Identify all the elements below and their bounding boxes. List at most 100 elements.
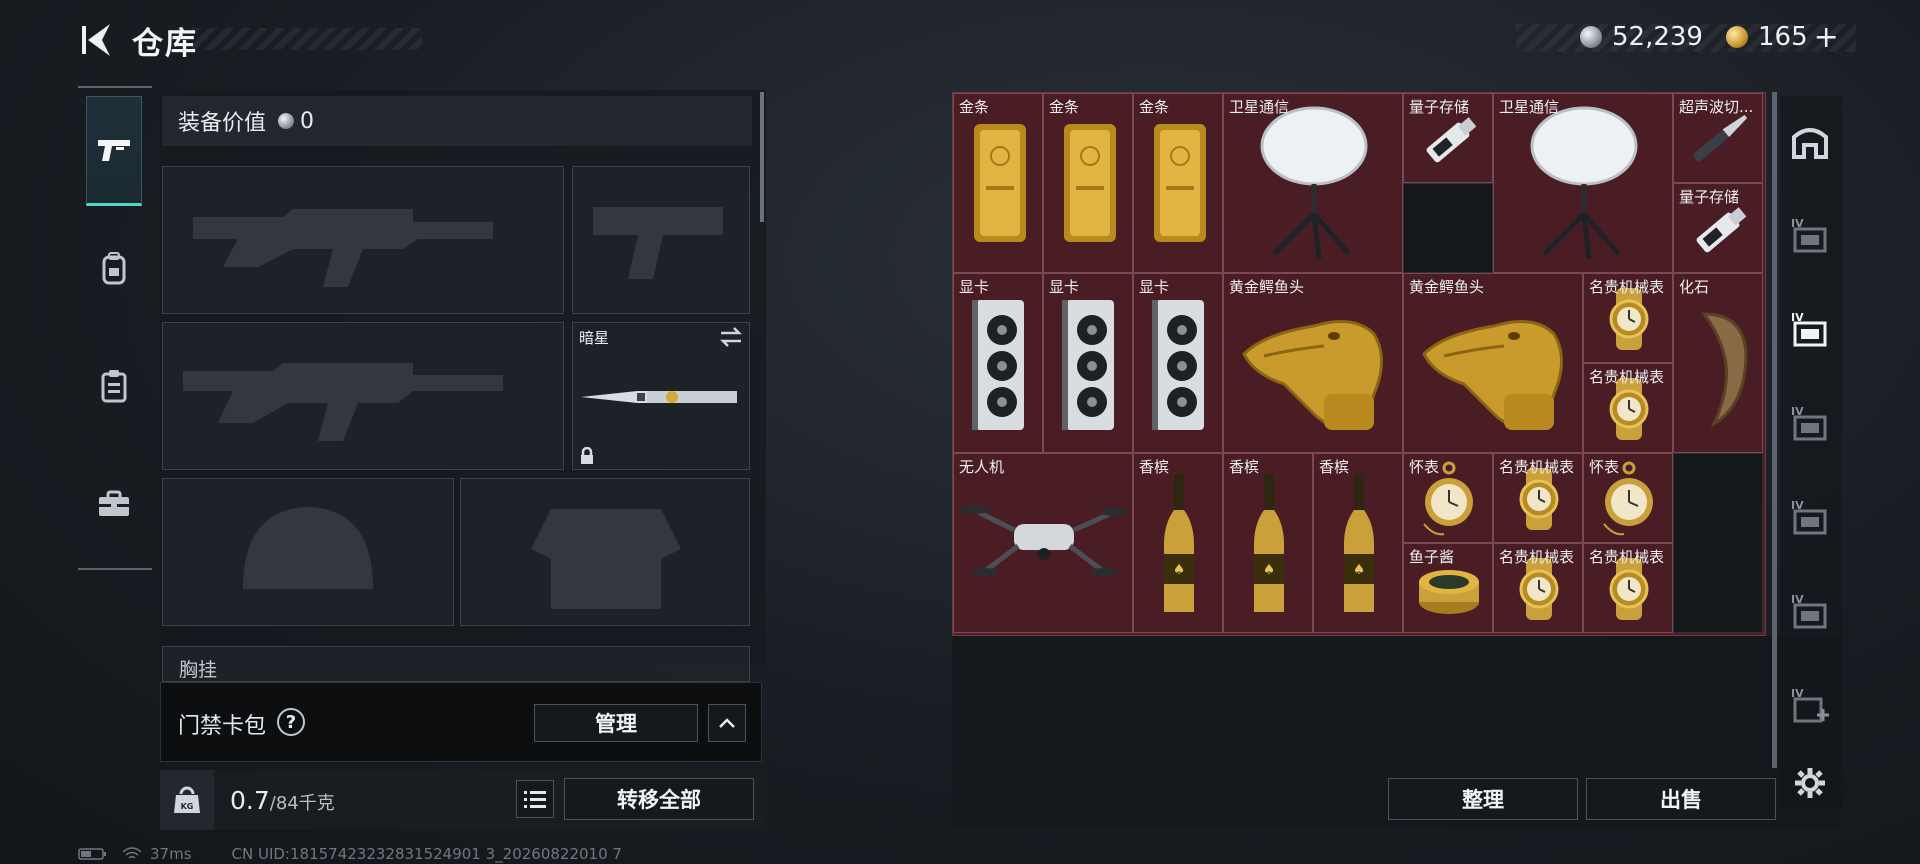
lock-icon <box>581 447 593 464</box>
gold-bar-icon <box>954 94 1042 272</box>
chest-rig-row[interactable]: 胸挂 <box>162 646 750 682</box>
storage-item[interactable]: ♠ 香槟 <box>1133 453 1223 633</box>
storage-item[interactable]: 超声波切... <box>1673 93 1763 183</box>
primary-weapon-slot-1[interactable] <box>162 166 564 314</box>
storage-item[interactable]: 黄金鳄鱼头 <box>1403 273 1583 453</box>
gpu-icon <box>1134 274 1222 452</box>
sort-button[interactable]: 整理 <box>1388 778 1578 820</box>
empty-storage-cell[interactable] <box>1673 453 1763 633</box>
access-card-label: 门禁卡包 <box>178 714 267 739</box>
storage-item[interactable]: 量子存储 <box>1403 93 1493 183</box>
wifi-icon <box>122 847 142 859</box>
list-view-button[interactable] <box>516 780 554 818</box>
settings-button[interactable] <box>1780 738 1840 828</box>
tab-container-IV-active[interactable]: IV <box>1780 284 1840 374</box>
back-icon[interactable] <box>80 20 114 60</box>
storage-item-name: 名贵机械表 <box>1589 368 1665 386</box>
tab-storage-home[interactable] <box>1780 96 1840 186</box>
list-icon <box>524 791 546 808</box>
transfer-all-button[interactable]: 转移全部 <box>564 778 754 820</box>
storage-item[interactable]: 名贵机械表 <box>1583 543 1673 633</box>
storage-item-name: 化石 <box>1679 278 1710 296</box>
tab-weapons[interactable] <box>86 96 142 206</box>
ping-text: 37ms <box>150 845 192 863</box>
tab-toolbox[interactable] <box>86 454 142 554</box>
storage-item[interactable]: 鱼子酱 <box>1403 543 1493 633</box>
manage-button[interactable]: 管理 <box>534 704 698 742</box>
storage-item-name: 黄金鳄鱼头 <box>1409 278 1485 296</box>
gold-amount: 165 <box>1758 22 1808 52</box>
storage-item-name: 量子存储 <box>1409 98 1470 116</box>
container-icon: IV <box>1791 311 1827 347</box>
satellite-dish-icon <box>1494 94 1672 272</box>
weight-icon: KG <box>160 770 214 830</box>
equipment-value-header: 装备价值 0 <box>162 96 752 146</box>
armor-slot[interactable] <box>460 478 750 626</box>
tab-backpack[interactable] <box>86 218 142 318</box>
champagne-icon: ♠ <box>1224 454 1312 632</box>
storage-item[interactable]: 怀表 <box>1403 453 1493 543</box>
storage-item[interactable]: 化石 <box>1673 273 1763 453</box>
storage-item[interactable]: 卫星通信 <box>1493 93 1673 273</box>
sidearm-slot[interactable] <box>572 166 750 314</box>
empty-storage-cell[interactable] <box>1403 183 1493 273</box>
helmet-slot[interactable] <box>162 478 454 626</box>
storage-item-name: 显卡 <box>1139 278 1170 296</box>
gear-icon <box>1795 768 1825 798</box>
storage-item[interactable]: 名贵机械表 <box>1493 453 1583 543</box>
storage-item-name: 量子存储 <box>1679 188 1740 206</box>
silver-coin-icon <box>1580 26 1602 48</box>
equipment-scrollbar[interactable] <box>760 92 764 222</box>
storage-item-name: 香槟 <box>1319 458 1350 476</box>
storage-item[interactable]: ♠ 香槟 <box>1313 453 1403 633</box>
storage-item[interactable]: 金条 <box>953 93 1043 273</box>
storage-item[interactable]: 卫星通信 <box>1223 93 1403 273</box>
storage-item[interactable]: 金条 <box>1043 93 1133 273</box>
storage-grid: 金条 金条 金条 卫星通信 量子存储 卫星通信 超声波切... 量子存储 显卡 显卡 显卡 黄金鳄鱼头… <box>952 92 1766 636</box>
storage-item[interactable]: 名贵机械表 <box>1583 273 1673 363</box>
storage-item-name: 超声波切... <box>1679 98 1754 116</box>
storage-item[interactable]: 量子存储 <box>1673 183 1763 273</box>
tab-container-IV[interactable]: IV <box>1780 378 1840 468</box>
clipboard-icon <box>101 370 127 403</box>
storage-scrollbar[interactable] <box>1772 92 1777 768</box>
storage-item-name: 名贵机械表 <box>1499 548 1575 566</box>
storage-item[interactable]: 金条 <box>1133 93 1223 273</box>
storage-item[interactable]: 显卡 <box>1133 273 1223 453</box>
gpu-icon <box>954 274 1042 452</box>
primary-weapon-slot-2[interactable] <box>162 322 564 470</box>
storage-item[interactable]: 黄金鳄鱼头 <box>1223 273 1403 453</box>
help-icon[interactable]: ? <box>277 708 305 736</box>
storage-item-name: 无人机 <box>959 458 1005 476</box>
gold-currency[interactable]: 165 + <box>1726 20 1839 55</box>
tab-container-IV[interactable]: IV <box>1780 190 1840 280</box>
champagne-icon: ♠ <box>1314 454 1402 632</box>
storage-item-name: 金条 <box>959 98 990 116</box>
storage-item-name: 金条 <box>1049 98 1080 116</box>
collapse-button[interactable] <box>708 704 746 742</box>
storage-item[interactable]: 名贵机械表 <box>1493 543 1583 633</box>
storage-item[interactable]: 名贵机械表 <box>1583 363 1673 453</box>
gold-crocodile-head-icon <box>1224 274 1402 452</box>
storage-item[interactable]: ♠ 香槟 <box>1223 453 1313 633</box>
container-icon: IV <box>1791 217 1827 253</box>
chest-rig-label: 胸挂 <box>179 659 218 681</box>
storage-item[interactable]: 显卡 <box>1043 273 1133 453</box>
chevron-up-icon <box>719 718 735 728</box>
tab-container-IV-add[interactable]: IV <box>1780 660 1840 750</box>
melee-slot[interactable]: 暗星 <box>572 322 750 470</box>
tab-container-IV[interactable]: IV <box>1780 566 1840 656</box>
sell-button[interactable]: 出售 <box>1586 778 1776 820</box>
title-decoration <box>192 28 422 50</box>
svg-text:♠: ♠ <box>1173 562 1186 578</box>
storage-item[interactable]: 怀表 <box>1583 453 1673 543</box>
storage-item[interactable]: 无人机 <box>953 453 1133 633</box>
swap-icon[interactable] <box>719 327 743 347</box>
tab-vest[interactable] <box>86 336 142 436</box>
battery-icon <box>78 848 106 860</box>
melee-name: 暗星 <box>579 329 610 347</box>
leftnav-top-line <box>78 86 152 88</box>
storage-item[interactable]: 显卡 <box>953 273 1043 453</box>
tab-container-IV[interactable]: IV <box>1780 472 1840 562</box>
add-gold-button[interactable]: + <box>1814 20 1839 55</box>
